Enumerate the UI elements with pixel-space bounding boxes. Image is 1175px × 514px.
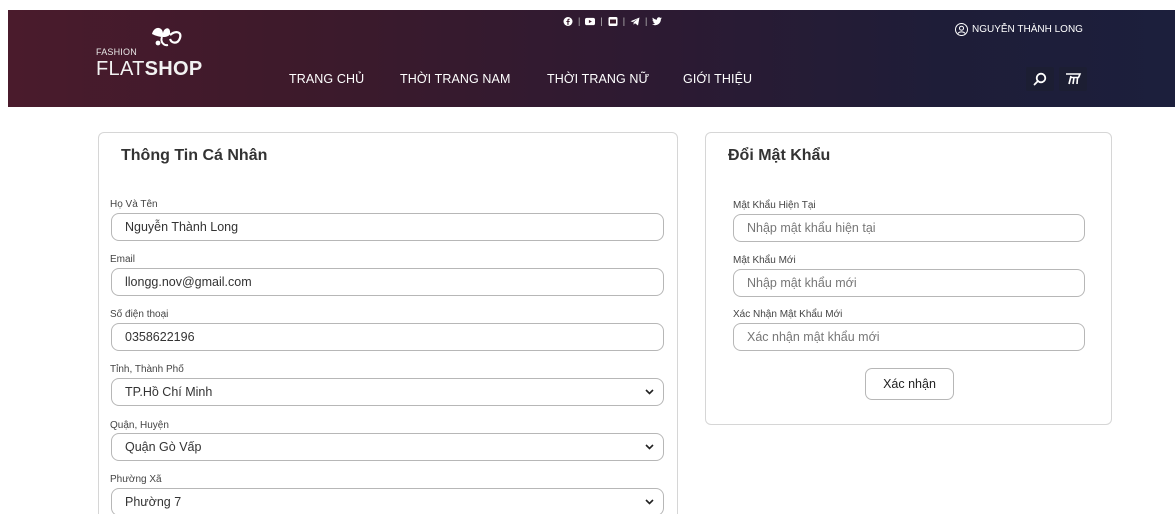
district-select[interactable]: Quận Gò Vấp (111, 433, 664, 461)
district-label: Quận, Huyện (110, 420, 169, 431)
nav-item-men[interactable]: THỜI TRANG NAM (400, 72, 511, 86)
city-select[interactable]: TP.Hồ Chí Minh (111, 378, 664, 406)
chevron-down-icon (645, 389, 654, 395)
logo[interactable]: FASHION FLATSHOP (96, 20, 226, 80)
instagram-icon[interactable] (608, 16, 618, 26)
city-label: Tỉnh, Thành Phố (110, 364, 184, 375)
new-password-input[interactable]: Nhập mật khẩu mới (733, 269, 1085, 297)
nav-item-home[interactable]: TRANG CHỦ (289, 72, 364, 86)
cart-icon (1066, 73, 1082, 85)
twitter-icon[interactable] (652, 16, 663, 26)
phone-field[interactable]: 0358622196 (111, 323, 664, 351)
chevron-down-icon (645, 444, 654, 450)
ward-select[interactable]: Phường 7 (111, 488, 664, 514)
separator: | (600, 16, 603, 26)
logo-fashion-text: FASHION (96, 47, 137, 57)
butterfly-logo-icon (152, 27, 182, 47)
ward-label: Phường Xã (110, 474, 162, 485)
confirm-button[interactable]: Xác nhận (865, 368, 954, 400)
user-name: NGUYỄN THÀNH LONG (972, 24, 1083, 35)
new-password-label: Mật Khẩu Mới (733, 255, 796, 266)
ward-value: Phường 7 (125, 495, 182, 509)
name-field[interactable]: Nguyễn Thành Long (111, 213, 664, 241)
personal-info-card: Thông Tin Cá Nhân Họ Và Tên Nguyễn Thành… (98, 132, 678, 514)
change-password-title: Đổi Mật Khẩu (728, 147, 831, 164)
separator: | (622, 16, 626, 26)
search-icon (1033, 72, 1047, 86)
social-links: | | | | (563, 16, 663, 26)
facebook-icon[interactable] (563, 16, 573, 26)
separator: | (645, 16, 648, 26)
user-account[interactable]: NGUYỄN THÀNH LONG (955, 23, 1083, 36)
site-header: FASHION FLATSHOP | | | | NGUYỄN THÀNH LO… (8, 10, 1175, 107)
main-nav: TRANG CHỦ THỜI TRANG NAM THỜI TRANG NỮ G… (8, 72, 1175, 88)
confirm-password-label: Xác Nhận Mật Khẩu Mới (733, 309, 843, 320)
chevron-down-icon (645, 499, 654, 505)
nav-item-about[interactable]: GIỚI THIỆU (683, 72, 752, 86)
telegram-icon[interactable] (630, 17, 640, 26)
confirm-password-input[interactable]: Xác nhận mật khẩu mới (733, 323, 1085, 351)
email-label: Email (110, 254, 136, 265)
district-value: Quận Gò Vấp (125, 440, 202, 454)
youtube-icon[interactable] (585, 17, 596, 26)
nav-item-women[interactable]: THỜI TRANG NỮ (547, 72, 649, 86)
city-value: TP.Hồ Chí Minh (125, 385, 213, 399)
user-icon (955, 23, 968, 36)
email-field[interactable]: llongg.nov@gmail.com (111, 268, 664, 296)
search-button[interactable] (1026, 67, 1054, 91)
phone-label: Số điện thoại (110, 309, 169, 320)
change-password-card: Đổi Mật Khẩu Mật Khẩu Hiện Tại Nhập mật … (705, 132, 1112, 425)
current-password-label: Mật Khẩu Hiện Tại (733, 200, 816, 211)
name-label: Họ Và Tên (110, 199, 158, 210)
cart-button[interactable] (1059, 67, 1087, 91)
separator: | (578, 16, 581, 26)
current-password-input[interactable]: Nhập mật khẩu hiện tại (733, 214, 1085, 242)
personal-info-title: Thông Tin Cá Nhân (121, 147, 268, 164)
